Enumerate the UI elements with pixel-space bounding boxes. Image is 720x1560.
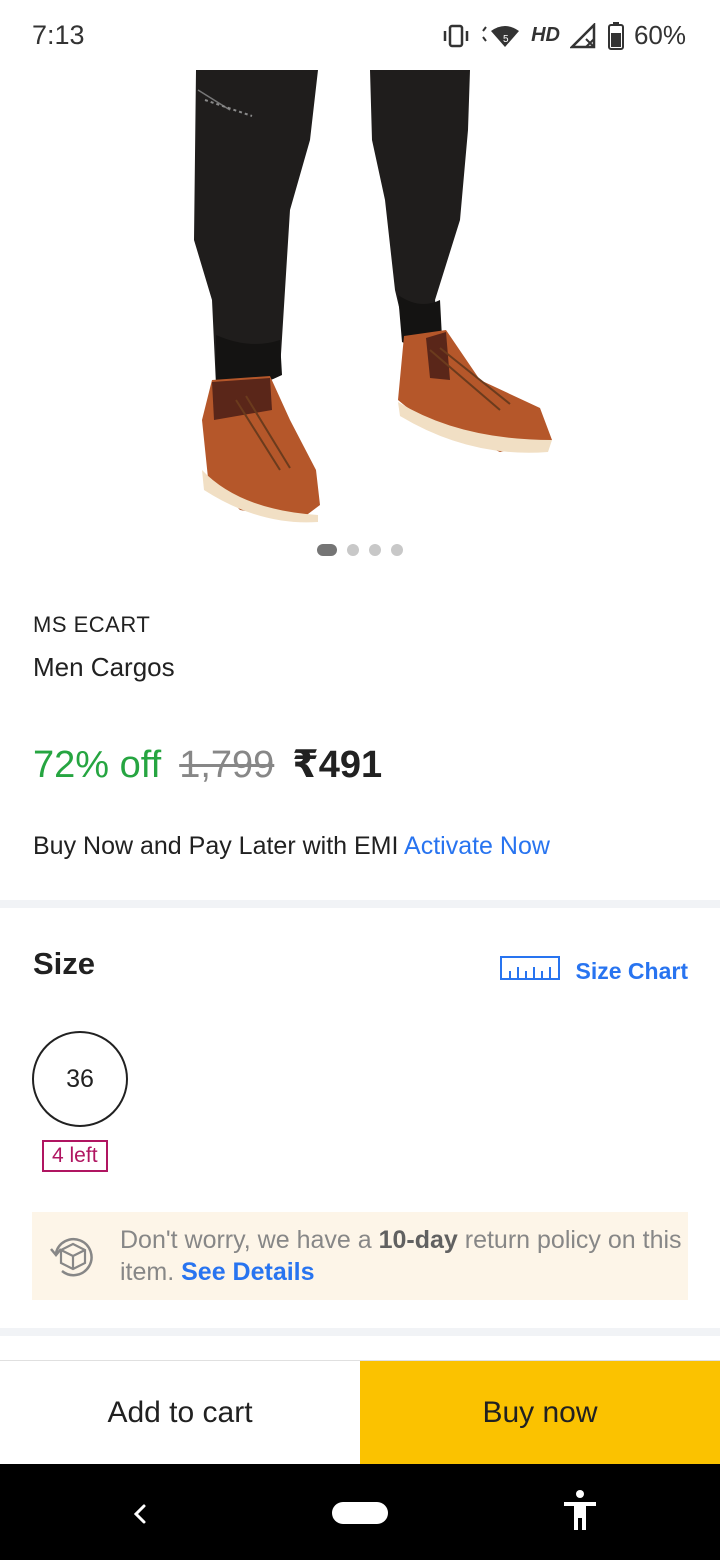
status-bar: 7:13 5 HD 60% bbox=[0, 0, 720, 70]
carousel-indicator bbox=[0, 544, 720, 556]
price-row: 72% off 1,799 ₹491 bbox=[33, 742, 382, 787]
status-icons: 5 HD 60% bbox=[441, 20, 686, 51]
battery-level: 60% bbox=[633, 20, 686, 50]
return-policy-text: Don't worry, we have a 10-day return pol… bbox=[120, 1224, 688, 1288]
see-details-link[interactable]: See Details bbox=[181, 1258, 314, 1286]
back-icon[interactable] bbox=[120, 1494, 160, 1534]
return-policy-banner: Don't worry, we have a 10-day return pol… bbox=[32, 1212, 688, 1300]
carousel-dot bbox=[369, 544, 381, 556]
ruler-icon bbox=[499, 956, 560, 986]
discount-percent: 72% off bbox=[33, 744, 162, 786]
product-image[interactable] bbox=[0, 70, 720, 530]
system-nav-bar bbox=[0, 1464, 720, 1560]
add-to-cart-button[interactable]: Add to cart bbox=[0, 1361, 360, 1465]
section-divider bbox=[0, 1328, 720, 1336]
signal-icon bbox=[569, 22, 598, 49]
return-days: 10-day bbox=[378, 1226, 458, 1254]
carousel-dot-active bbox=[317, 544, 337, 556]
home-pill-icon[interactable] bbox=[332, 1502, 388, 1524]
wifi-icon: 5 bbox=[481, 23, 521, 49]
size-option-36[interactable]: 36 bbox=[32, 1031, 128, 1127]
emi-text: Buy Now and Pay Later with EMI bbox=[33, 832, 399, 860]
return-box-icon bbox=[48, 1231, 98, 1281]
status-time: 7:13 bbox=[32, 20, 85, 50]
return-text-part: Don't worry, we have a bbox=[120, 1226, 379, 1254]
size-heading: Size bbox=[33, 946, 96, 981]
accessibility-icon[interactable] bbox=[560, 1488, 600, 1532]
stock-badge: 4 left bbox=[42, 1140, 108, 1172]
original-price: 1,799 bbox=[179, 744, 275, 786]
product-title: Men Cargos bbox=[33, 652, 175, 682]
selling-price: ₹491 bbox=[292, 744, 383, 786]
buy-now-button[interactable]: Buy now bbox=[360, 1361, 720, 1465]
battery-icon bbox=[607, 21, 624, 50]
action-bar: Add to cart Buy now bbox=[0, 1360, 720, 1465]
section-divider bbox=[0, 900, 720, 908]
svg-text:5: 5 bbox=[503, 34, 509, 45]
brand-name[interactable]: MS ECART bbox=[33, 612, 150, 638]
carousel-dot bbox=[391, 544, 403, 556]
activate-emi-link[interactable]: Activate Now bbox=[404, 832, 550, 860]
emi-offer: Buy Now and Pay Later with EMI Activate … bbox=[33, 832, 550, 861]
carousel-dot bbox=[347, 544, 359, 556]
size-chart-button[interactable]: Size Chart bbox=[499, 956, 688, 986]
size-chart-label: Size Chart bbox=[575, 957, 688, 984]
product-photo bbox=[194, 70, 552, 523]
vibrate-icon bbox=[441, 24, 471, 48]
network-type: HD bbox=[531, 24, 560, 46]
